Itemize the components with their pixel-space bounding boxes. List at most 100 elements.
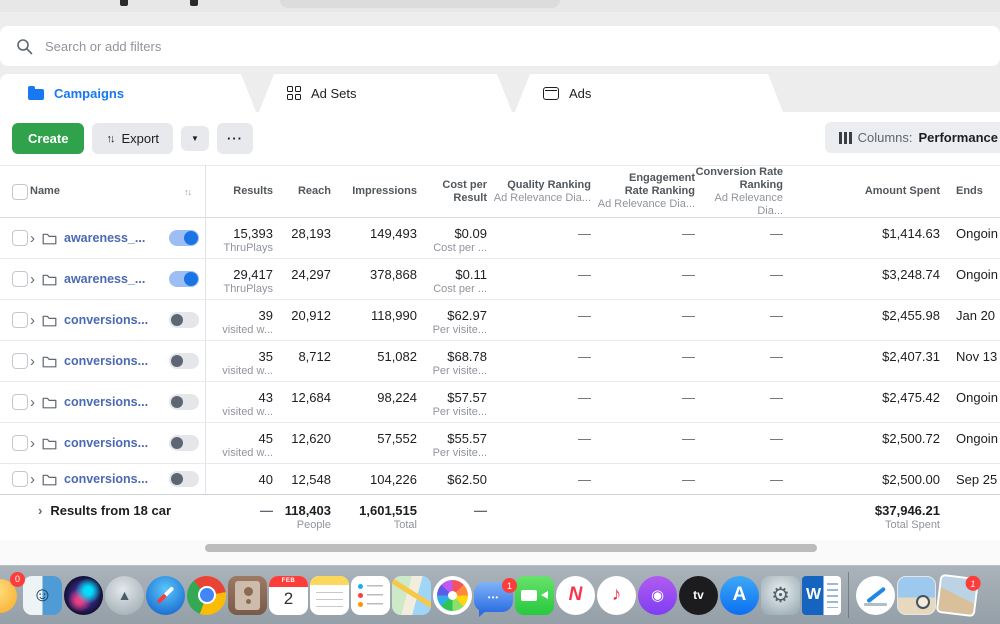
campaign-name-link[interactable]: conversions... [64, 354, 162, 368]
row-checkbox[interactable] [12, 271, 28, 287]
search-filter-input[interactable]: Search or add filters [0, 26, 1000, 66]
expand-chevron-icon[interactable]: › [30, 354, 35, 369]
expand-chevron-icon[interactable]: › [30, 472, 35, 487]
app-store-icon[interactable]: A [720, 576, 759, 615]
export-button[interactable]: ↑↓ Export [92, 123, 173, 154]
music-icon[interactable]: ♪ [597, 576, 636, 615]
word-icon[interactable]: W [802, 576, 841, 615]
table-row[interactable]: › conversions... 40 12,548 104,226 $62.5… [0, 464, 1000, 494]
photos-icon[interactable] [433, 576, 472, 615]
campaign-name-link[interactable]: awareness_... [64, 231, 162, 245]
header-results[interactable]: Results [233, 185, 273, 198]
expand-chevron-icon[interactable]: › [30, 436, 35, 451]
messages-icon[interactable]: •••1 [474, 582, 513, 612]
maps-icon[interactable] [392, 576, 431, 615]
reminders-icon[interactable] [351, 576, 390, 615]
header-ends[interactable]: Ends [956, 185, 983, 198]
row-checkbox[interactable] [12, 312, 28, 328]
table-row[interactable]: › conversions... 39visited w... 20,912 1… [0, 300, 1000, 341]
header-amount-spent[interactable]: Amount Spent [865, 185, 940, 198]
campaign-name-link[interactable]: conversions... [64, 313, 162, 327]
preview-icon[interactable] [897, 576, 936, 615]
apple-tv-icon[interactable]: tv [679, 576, 718, 615]
campaign-folder-icon [42, 314, 57, 327]
row-checkbox[interactable] [12, 230, 28, 246]
row-checkbox[interactable] [12, 471, 28, 487]
columns-button[interactable]: Columns: Performance [825, 122, 1000, 153]
amount-spent-value: $2,500.00 [882, 472, 940, 487]
screenshot-stack-icon[interactable]: 1 [936, 573, 979, 616]
browser-toolbar-icon[interactable] [190, 0, 198, 6]
header-conversion-ranking[interactable]: Conversion Rate [696, 166, 783, 179]
expand-chevron-icon[interactable]: › [30, 272, 35, 287]
tab-ad-sets[interactable]: Ad Sets [259, 74, 512, 112]
export-label: Export [121, 131, 159, 146]
row-checkbox[interactable] [12, 353, 28, 369]
image-capture-icon[interactable] [856, 576, 895, 615]
summary-results: — [260, 503, 273, 518]
campaigns-table-panel: Create ↑↓ Export ▼ ··· Columns: Performa… [0, 112, 1000, 540]
row-toggle[interactable] [169, 312, 199, 328]
contacts-icon[interactable] [228, 576, 267, 615]
sort-icon[interactable]: ↑↓ [184, 187, 205, 197]
tab-ads[interactable]: Ads [515, 74, 783, 112]
row-toggle[interactable] [169, 230, 199, 246]
header-engagement-ranking[interactable]: Engagement [629, 172, 695, 185]
table-row[interactable]: › conversions... 43visited w... 12,684 9… [0, 382, 1000, 423]
row-toggle[interactable] [169, 435, 199, 451]
horizontal-scrollbar[interactable] [205, 544, 817, 552]
expand-chevron-icon[interactable]: › [30, 313, 35, 328]
impressions-value: 378,868 [370, 267, 417, 282]
row-checkbox[interactable] [12, 394, 28, 410]
ends-value: Ongoin [956, 431, 998, 446]
engagement-ranking-value: — [682, 431, 695, 446]
export-dropdown-button[interactable]: ▼ [181, 126, 209, 151]
expand-chevron-icon[interactable]: › [30, 231, 35, 246]
table-row[interactable]: › conversions... 45visited w... 12,620 5… [0, 423, 1000, 464]
cost-per-result-value: $68.78 [447, 349, 487, 364]
header-reach[interactable]: Reach [298, 185, 331, 198]
amount-spent-value: $2,407.31 [882, 349, 940, 364]
campaign-folder-icon [42, 396, 57, 409]
table-row[interactable]: › conversions... 35visited w... 8,712 51… [0, 341, 1000, 382]
header-quality-ranking[interactable]: Quality Ranking [507, 179, 591, 192]
edge-app-icon[interactable]: 0 [1, 576, 21, 615]
summary-chevron-icon[interactable]: › [38, 503, 42, 518]
row-toggle[interactable] [169, 271, 199, 287]
tab-campaigns-label: Campaigns [54, 86, 124, 101]
select-all-checkbox[interactable] [12, 184, 28, 200]
campaign-name-link[interactable]: conversions... [64, 436, 162, 450]
row-checkbox[interactable] [12, 435, 28, 451]
engagement-ranking-value: — [682, 472, 695, 487]
expand-chevron-icon[interactable]: › [30, 395, 35, 410]
create-button[interactable]: Create [12, 123, 84, 154]
more-options-button[interactable]: ··· [217, 123, 253, 154]
calendar-icon[interactable]: FEB2 [269, 576, 308, 615]
finder-icon[interactable]: ☺ [23, 576, 62, 615]
browser-toolbar-icon[interactable] [120, 0, 128, 6]
chrome-icon[interactable] [187, 576, 226, 615]
header-cost-per-result[interactable]: Cost per [442, 179, 487, 192]
row-toggle[interactable] [169, 353, 199, 369]
notes-icon[interactable] [310, 576, 349, 615]
safari-icon[interactable] [146, 576, 185, 615]
conversion-ranking-value: — [770, 308, 783, 323]
tab-campaigns[interactable]: Campaigns [0, 74, 256, 112]
browser-address-bar[interactable] [280, 0, 560, 8]
table-row[interactable]: › awareness_... 15,393ThruPlays 28,193 1… [0, 218, 1000, 259]
summary-label: Results from 18 car [50, 503, 171, 518]
facetime-icon[interactable] [515, 576, 554, 615]
podcasts-icon[interactable]: ◉ [638, 576, 677, 615]
row-toggle[interactable] [169, 394, 199, 410]
system-preferences-icon[interactable]: ⚙ [761, 576, 800, 615]
header-name[interactable]: Name [30, 185, 60, 198]
row-toggle[interactable] [169, 471, 199, 487]
table-row[interactable]: › awareness_... 29,417ThruPlays 24,297 3… [0, 259, 1000, 300]
campaign-name-link[interactable]: conversions... [64, 395, 162, 409]
launchpad-icon[interactable]: ▲ [105, 576, 144, 615]
news-icon[interactable]: N [556, 576, 595, 615]
siri-icon[interactable] [64, 576, 103, 615]
campaign-name-link[interactable]: awareness_... [64, 272, 162, 286]
campaign-name-link[interactable]: conversions... [64, 472, 162, 486]
header-impressions[interactable]: Impressions [352, 185, 417, 198]
